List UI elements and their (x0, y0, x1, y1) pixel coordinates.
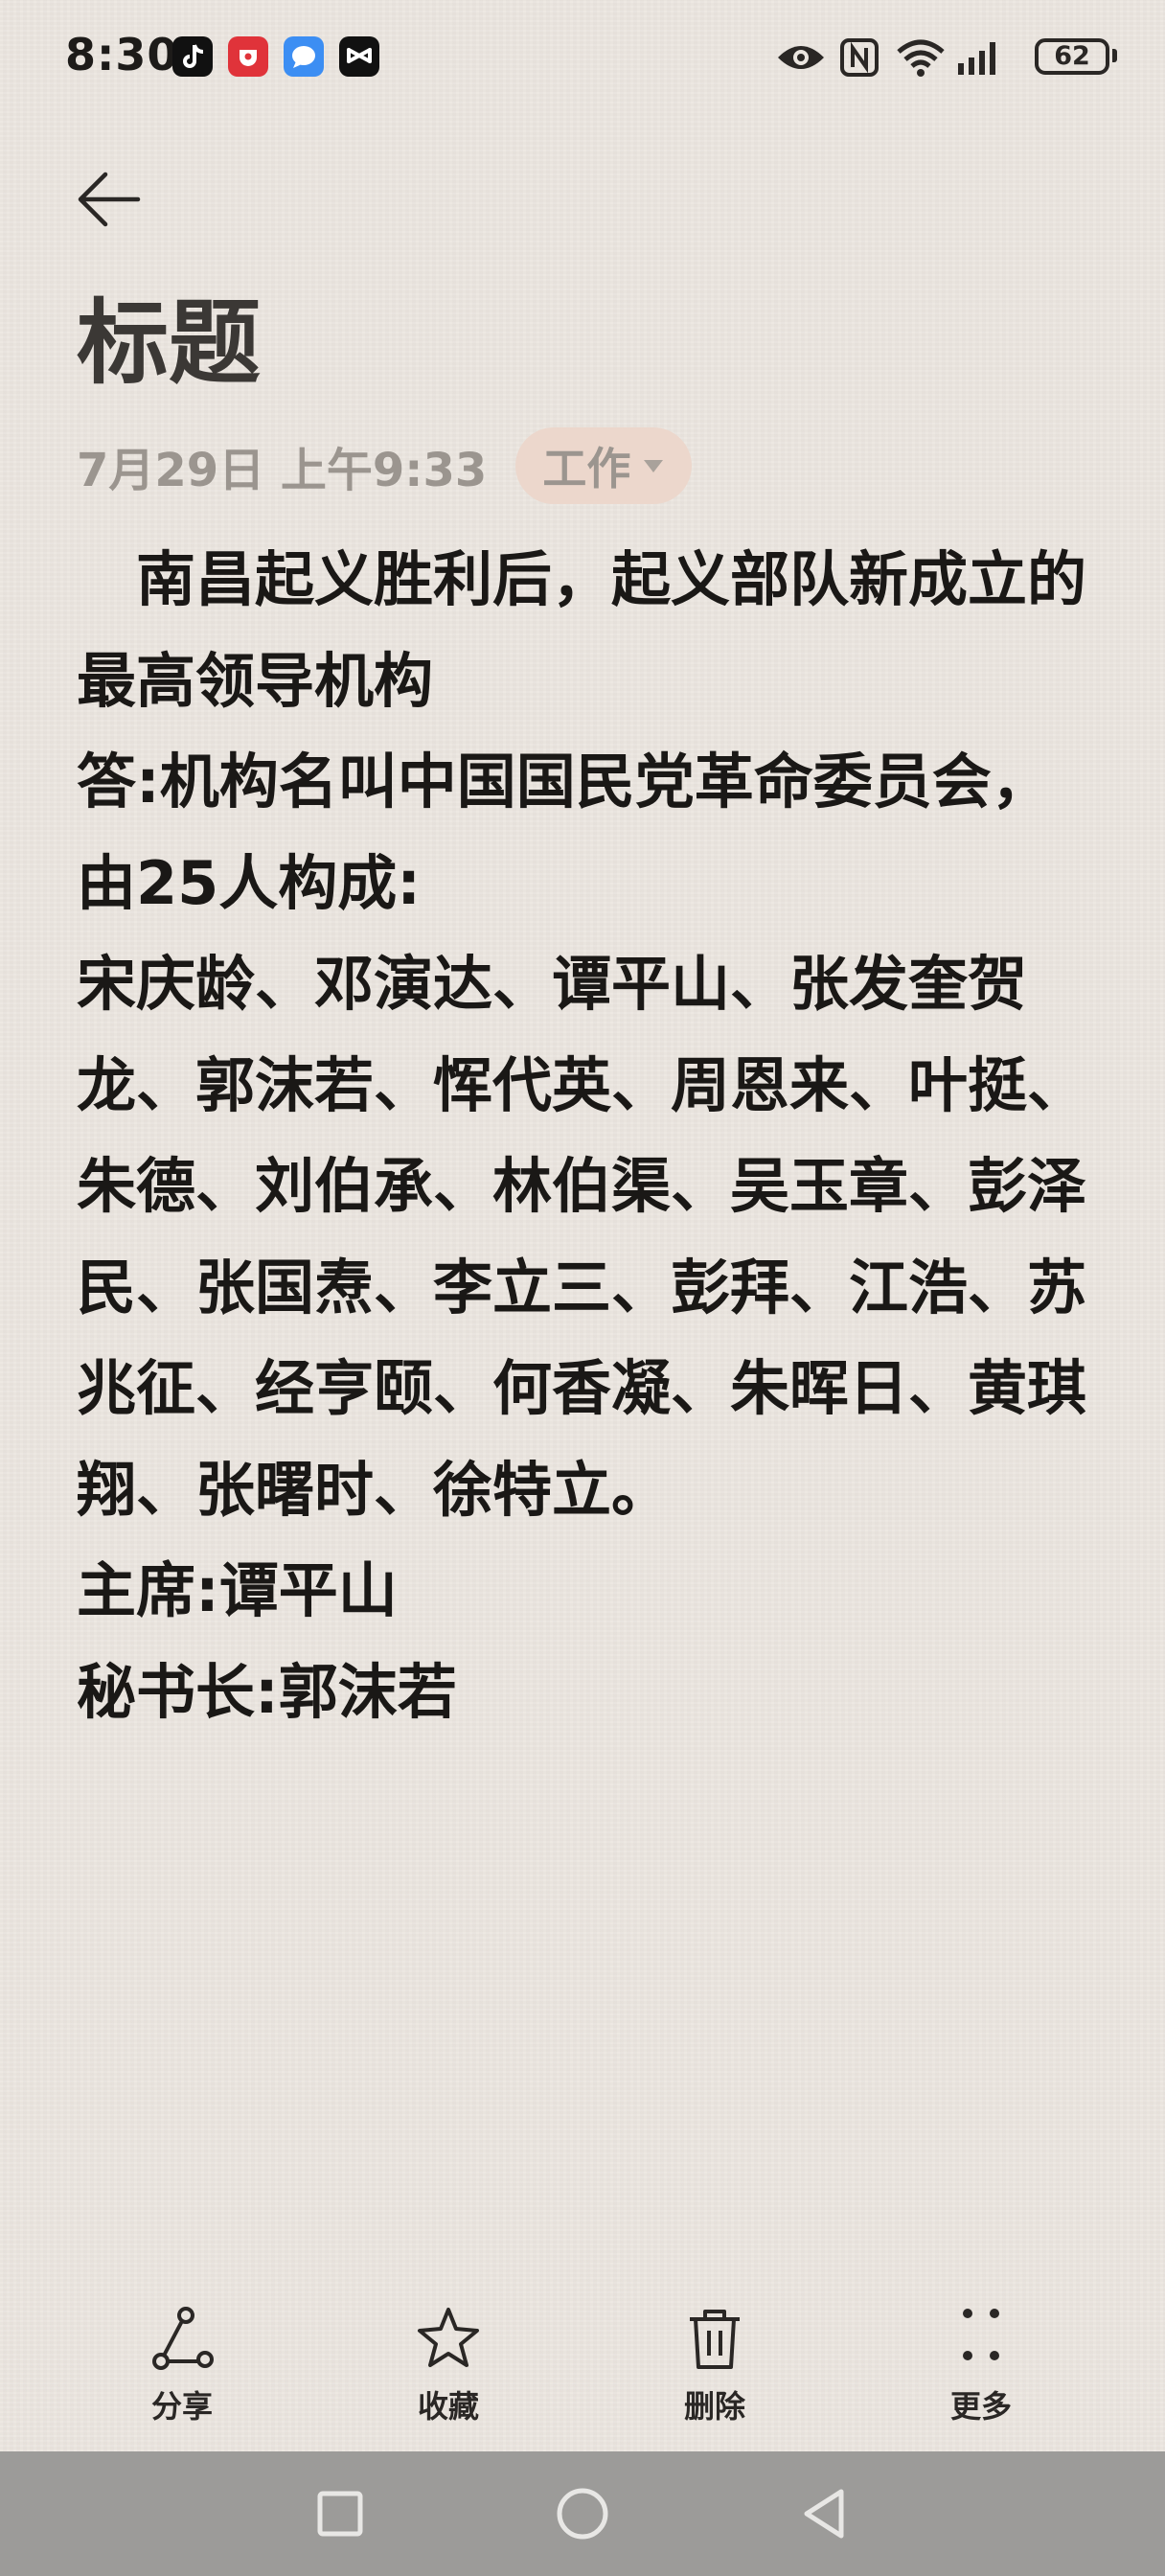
category-dropdown[interactable]: 工作 (515, 427, 693, 504)
note-meta: 7月29日 上午9:33 工作 (77, 427, 693, 504)
capcut-icon (339, 36, 379, 77)
trash-icon (690, 2310, 740, 2369)
caret-down-icon (644, 459, 664, 472)
red-app-icon (228, 36, 268, 77)
favorite-label: 收藏 (417, 2388, 479, 2425)
star-icon (418, 2308, 479, 2367)
category-label: 工作 (542, 443, 631, 494)
signal-icon (958, 42, 995, 75)
blue-chat-icon (284, 36, 324, 77)
bottom-toolbar: 分享 收藏 删除 更多 (0, 2296, 1165, 2450)
nfc-icon (840, 38, 879, 77)
delete-button[interactable]: 删除 (628, 2296, 801, 2450)
recents-icon[interactable] (307, 2480, 374, 2547)
note-date: 7月29日 上午9:33 (77, 444, 488, 497)
back-triangle-icon[interactable] (791, 2480, 858, 2547)
more-button[interactable]: 更多 (895, 2296, 1067, 2450)
eye-icon (778, 46, 824, 69)
status-bar: 8:30 62 (0, 0, 1165, 115)
battery-tip (1112, 49, 1117, 62)
delete-label: 删除 (683, 2388, 745, 2425)
note-body[interactable]: 南昌起义胜利后，起义部队新成立的最高领导机构 答:机构名叫中国国民党革命委员会，… (77, 529, 1092, 1742)
back-button[interactable] (71, 161, 148, 238)
status-indicators: 62 (774, 34, 1119, 80)
arrow-left-icon (78, 172, 141, 227)
status-time: 8:30 (65, 29, 179, 80)
tiktok-icon (172, 36, 213, 77)
navigation-bar (0, 2451, 1165, 2576)
more-dots-icon (963, 2309, 999, 2360)
home-icon[interactable] (549, 2480, 616, 2547)
note-title[interactable]: 标题 (77, 286, 261, 401)
favorite-button[interactable]: 收藏 (362, 2296, 535, 2450)
wifi-icon (897, 39, 945, 77)
share-label: 分享 (150, 2388, 213, 2425)
share-icon (152, 2307, 214, 2370)
battery-icon: 62 (1035, 38, 1109, 75)
share-button[interactable]: 分享 (96, 2296, 268, 2450)
more-label: 更多 (949, 2388, 1012, 2425)
